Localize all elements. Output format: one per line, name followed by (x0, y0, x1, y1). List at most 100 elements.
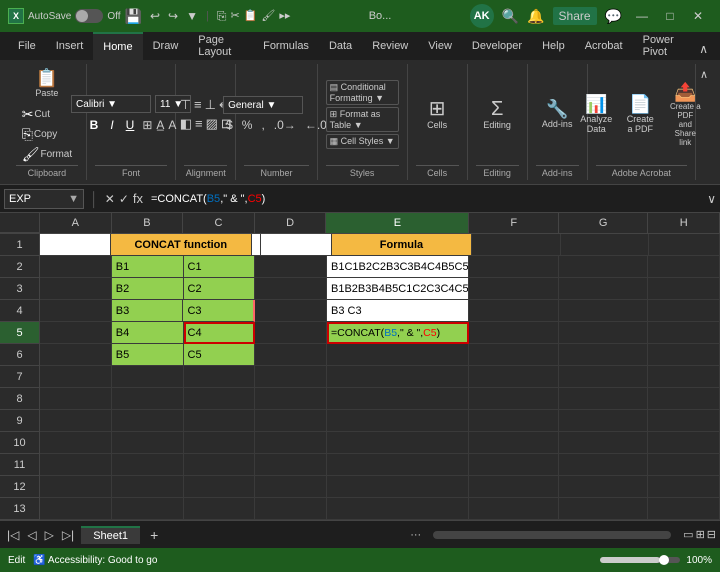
italic-button[interactable]: I (106, 116, 117, 134)
tab-insert[interactable]: Insert (46, 32, 94, 60)
row-header-7[interactable]: 7 (0, 366, 40, 388)
row-header-1[interactable]: 1 (0, 234, 40, 256)
autosum-button[interactable]: Σ Editing (477, 96, 517, 133)
page-break-view-button[interactable]: ⊟ (707, 528, 716, 541)
cell-c6[interactable]: C5 (184, 344, 256, 366)
col-header-d[interactable]: D (255, 213, 327, 233)
next-sheet-arrow[interactable]: ▷ (42, 528, 57, 542)
format-painter-button[interactable]: 🖌 Format (18, 145, 76, 163)
format-as-table-button[interactable]: ⊞ Format as Table ▼ (326, 107, 399, 132)
cell-c3[interactable]: C2 (184, 278, 256, 300)
cell-styles-button[interactable]: ▦ Cell Styles ▼ (326, 134, 399, 149)
cell-f1[interactable] (472, 234, 560, 256)
tab-formulas[interactable]: Formulas (253, 32, 319, 60)
tab-acrobat[interactable]: Acrobat (575, 32, 633, 60)
cell-a7[interactable] (40, 366, 112, 388)
comma-button[interactable]: , (258, 117, 267, 133)
page-layout-view-button[interactable]: ⊞ (696, 528, 705, 541)
cell-b5[interactable]: B4 (112, 322, 184, 344)
paste-button[interactable]: 📋 Paste (27, 66, 67, 101)
more2-icon[interactable]: ▸▸ (279, 9, 290, 24)
col-header-f[interactable]: F (469, 213, 558, 233)
copy-button[interactable]: ⎘ Copy (18, 125, 76, 143)
cell-b4[interactable]: B3 (112, 300, 184, 322)
cell-h6[interactable] (648, 344, 720, 366)
row-header-2[interactable]: 2 (0, 256, 40, 278)
tab-data[interactable]: Data (319, 32, 362, 60)
row-header-11[interactable]: 11 (0, 454, 40, 476)
cell-e2[interactable]: B1C1B2C2B3C3B4C4B5C5 (327, 256, 469, 278)
cell-a4[interactable] (40, 300, 112, 322)
cell-e4[interactable]: B3 C3 (327, 300, 469, 322)
cell-b1[interactable]: CONCAT function (111, 234, 252, 256)
align-right-button[interactable]: ▨ (206, 116, 218, 132)
cell-b3[interactable]: B2 (112, 278, 184, 300)
redo-icon[interactable]: ↪ (168, 9, 178, 23)
prev-sheet-arrow[interactable]: ◁ (24, 528, 39, 542)
align-top-button[interactable]: ⊤ (180, 97, 191, 113)
col-header-a[interactable]: A (40, 213, 112, 233)
formula-confirm-icon[interactable]: ✓ (119, 192, 129, 206)
comments-icon[interactable]: 💬 (605, 8, 622, 25)
row-header-12[interactable]: 12 (0, 476, 40, 498)
cell-h5[interactable] (648, 322, 720, 344)
cell-e1[interactable]: Formula (332, 234, 473, 256)
zoom-bar[interactable] (600, 557, 680, 563)
scissors-icon[interactable]: ✂ (230, 9, 239, 24)
align-center-button[interactable]: ≡ (195, 116, 203, 132)
tab-home[interactable]: Home (93, 32, 142, 60)
cell-h2[interactable] (648, 256, 720, 278)
tab-page-layout[interactable]: Page Layout (188, 32, 253, 60)
insert-cells-button[interactable]: ⊞ Cells (417, 96, 457, 133)
cell-a2[interactable] (40, 256, 112, 278)
row-header-4[interactable]: 4 (0, 300, 40, 322)
cell-g4[interactable] (559, 300, 648, 322)
percent-button[interactable]: % (239, 117, 256, 133)
cell-d5[interactable] (255, 322, 327, 344)
cell-a5[interactable] (40, 322, 112, 344)
row-header-8[interactable]: 8 (0, 388, 40, 410)
minimize-button[interactable]: — (628, 2, 656, 30)
cell-c7[interactable] (184, 366, 256, 388)
row-header-3[interactable]: 3 (0, 278, 40, 300)
cell-d4[interactable] (255, 300, 327, 322)
save-icon[interactable]: 💾 (125, 8, 142, 25)
currency-button[interactable]: $ (223, 117, 236, 133)
row-header-6[interactable]: 6 (0, 344, 40, 366)
sheet-tab-sheet1[interactable]: Sheet1 (81, 526, 140, 544)
col-header-h[interactable]: H (648, 213, 720, 233)
tab-view[interactable]: View (418, 32, 462, 60)
number-format-dropdown[interactable]: General ▼ (223, 96, 303, 114)
tab-file[interactable]: File (8, 32, 46, 60)
formula-input[interactable]: =CONCAT(B5," & ",C5) (147, 193, 699, 205)
col-header-b[interactable]: B (112, 213, 184, 233)
user-avatar[interactable]: AK (470, 4, 494, 28)
cell-g7[interactable] (559, 366, 648, 388)
format-icon[interactable]: 🖌 (261, 9, 275, 24)
more-icon[interactable]: ▼ (186, 9, 198, 23)
cell-h4[interactable] (648, 300, 720, 322)
bell-icon[interactable]: 🔔 (527, 8, 544, 25)
cell-g5[interactable] (559, 322, 648, 344)
formula-expand-button[interactable]: ∨ (707, 192, 716, 206)
cell-g6[interactable] (559, 344, 648, 366)
cell-b7[interactable] (112, 366, 184, 388)
name-box[interactable]: EXP ▼ (4, 189, 84, 209)
cell-f4[interactable] (469, 300, 558, 322)
col-header-c[interactable]: C (183, 213, 255, 233)
bold-button[interactable]: B (86, 116, 103, 134)
cell-d3[interactable] (255, 278, 327, 300)
cell-h7[interactable] (648, 366, 720, 388)
align-bottom-button[interactable]: ⊥ (205, 97, 216, 113)
cell-e5[interactable]: =CONCAT(B5," & ",C5) (327, 322, 469, 344)
horizontal-scrollbar[interactable] (433, 531, 671, 539)
cell-c1[interactable] (252, 234, 261, 256)
border-button[interactable]: ⊞ (142, 118, 152, 132)
cell-c2[interactable]: C1 (184, 256, 256, 278)
cell-f7[interactable] (469, 366, 558, 388)
addins-button[interactable]: 🔧 Add-ins (537, 97, 578, 132)
row-header-10[interactable]: 10 (0, 432, 40, 454)
font-name-dropdown[interactable]: Calibri ▼ (71, 95, 151, 113)
analyze-data-button[interactable]: 📊 AnalyzeData (576, 92, 616, 137)
align-middle-button[interactable]: ≡ (194, 97, 202, 113)
